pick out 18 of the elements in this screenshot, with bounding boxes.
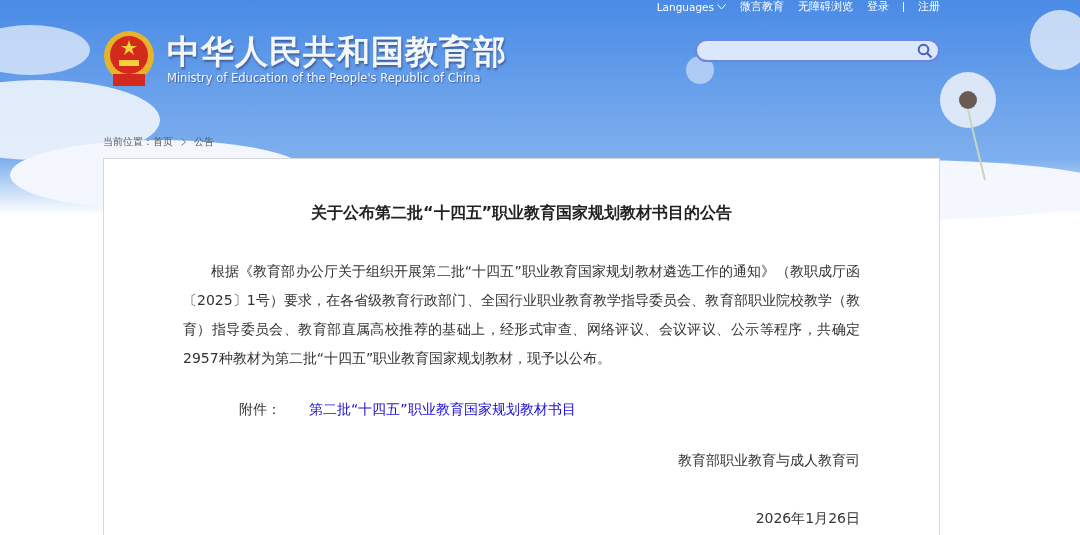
article-title: 关于公布第二批“十四五”职业教育国家规划教材书目的公告 — [310, 202, 733, 224]
chevron-down-icon — [717, 4, 726, 10]
article-body: 根据《教育部办公厅关于组织开展第二批“十四五”职业教育国家规划教材遴选工作的通知》（教职成厅函〔2025〕1号）要求，在各省级教育行政部门、全国行业职业教育教学指导委员会、教育部职业院校教学（教育）指导委员会、教育部直属高校推荐的基础上，经形式审查、网络评议、会议评议、公示等程序，共确定2957种教材为第二批“十四五”职业教育国家规划教材，现予以公布。 — [183, 262, 860, 368]
site-title: 中华人民共和国教育部 — [167, 33, 507, 71]
attachment-label: 附件： — [238, 401, 281, 419]
search-field[interactable] — [695, 39, 940, 62]
emblem-icon — [103, 30, 155, 88]
chevron-right-icon — [181, 138, 186, 146]
site-subtitle: Ministry of Education of the People's Republic of China — [167, 71, 482, 85]
top-link[interactable]: 无障碍浏览 — [798, 0, 853, 14]
attachment-link[interactable]: 第二批“十四五”职业教育国家规划教材书目 — [281, 401, 576, 419]
top-link[interactable]: 微言教育 — [740, 0, 784, 14]
top-link[interactable]: 注册 — [918, 0, 940, 14]
language-dropdown[interactable]: Languages — [656, 1, 726, 13]
date-text: 2026年1月26日 — [754, 510, 860, 528]
search-icon[interactable] — [917, 42, 933, 59]
top-link[interactable]: 登录 — [867, 0, 889, 14]
issuer-text: 教育部职业教育与成人教育司 — [677, 452, 860, 470]
